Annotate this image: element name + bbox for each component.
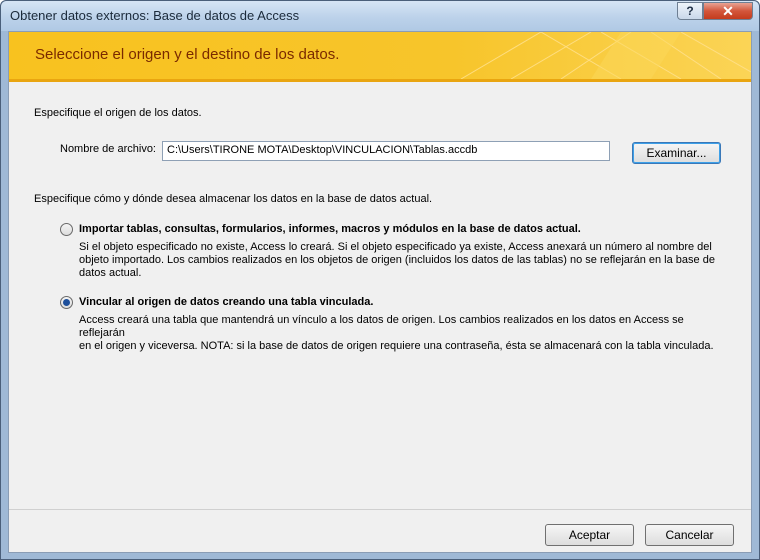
ok-button[interactable]: Aceptar: [545, 524, 634, 546]
link-option-description: Access creará una tabla que mantendrá un…: [79, 314, 729, 353]
help-button[interactable]: ?: [677, 2, 703, 20]
browse-button[interactable]: Examinar...: [632, 142, 721, 164]
source-heading: Especifique el origen de los datos.: [34, 107, 202, 119]
link-option-title[interactable]: Vincular al origen de datos creando una …: [79, 296, 373, 308]
import-option-description: Si el objeto especificado no existe, Acc…: [79, 241, 729, 280]
filename-input[interactable]: C:\Users\TIRONE MOTA\Desktop\VINCULACION…: [162, 141, 610, 161]
title-bar[interactable]: Obtener datos externos: Base de datos de…: [1, 1, 759, 31]
import-radio[interactable]: [60, 223, 73, 236]
filename-label: Nombre de archivo:: [60, 143, 156, 155]
dialog-window: Obtener datos externos: Base de datos de…: [0, 0, 760, 560]
storage-heading: Especifique cómo y dónde desea almacenar…: [34, 193, 433, 205]
import-option-title[interactable]: Importar tablas, consultas, formularios,…: [79, 223, 581, 235]
close-button[interactable]: ✕: [703, 2, 753, 20]
header-banner: Seleccione el origen y el destino de los…: [9, 32, 751, 82]
cancel-button[interactable]: Cancelar: [645, 524, 734, 546]
banner-title: Seleccione el origen y el destino de los…: [35, 46, 340, 63]
description-line: datos actual.: [79, 267, 142, 279]
banner-decoration: [460, 32, 751, 79]
dialog-content: Seleccione el origen y el destino de los…: [8, 31, 752, 553]
dialog-footer: [9, 510, 751, 552]
window-title: Obtener datos externos: Base de datos de…: [10, 8, 300, 23]
description-line: objeto importado. Los cambios realizados…: [79, 254, 715, 266]
description-line: en el origen y viceversa. NOTA: si la ba…: [79, 340, 714, 352]
description-line: Si el objeto especificado no existe, Acc…: [79, 241, 712, 253]
link-radio[interactable]: [60, 296, 73, 309]
description-line: Access creará una tabla que mantendrá un…: [79, 314, 684, 339]
